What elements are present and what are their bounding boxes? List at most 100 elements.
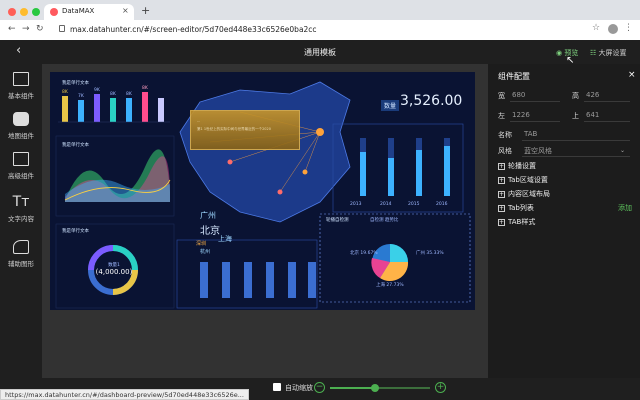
expand-icon: + [498,219,505,226]
style-label: 风格 [498,147,512,155]
dashboard-icon [13,152,29,166]
sidebar-item-label: 地图组件 [8,132,34,140]
section-tab-style[interactable]: + TAB样式 [498,217,535,227]
city-label: 杭州 [200,249,211,255]
panel-title-1: 我是单行文本 [62,81,89,86]
component-config-panel [488,64,640,390]
dashboard-preview[interactable]: 我是单行文本 我是单行文本 我是单行文本 8K 7K 9K 8K 8K 8K .… [50,72,475,310]
lock-icon [59,25,65,32]
bar-value-label: 7K [78,94,84,99]
divider [522,140,630,141]
divider [584,101,630,102]
favicon-icon [50,8,58,16]
bar-value-label: 8K [62,90,68,95]
back-nav-icon[interactable]: ← [8,24,16,34]
zoom-slider-fill [330,387,375,389]
url-text[interactable]: max.datahunter.cn/#/screen-editor/5d70ed… [70,25,317,34]
auto-zoom-label: 自动缩放 [285,384,313,392]
year-label: 2016 [436,202,448,207]
shapes-icon [13,240,29,254]
top-input[interactable]: 641 [586,111,599,119]
city-label: 广州 [200,211,216,220]
sidebar-item-map[interactable]: 地图组件 [0,112,42,140]
pie-label: 上海 27.73% [376,283,404,288]
browser-tab[interactable]: DataMAX × [44,4,134,20]
menu-kebab-icon[interactable]: ⋮ [624,23,633,33]
zoom-in-button[interactable]: + [435,382,446,393]
bigscreen-settings-button[interactable]: ☷ 大屏设置 [590,48,627,58]
sidebar-item-label: 辅助图形 [8,260,34,268]
city-label: 北京 [200,226,220,237]
pie-label: 广州 35.33% [416,251,444,256]
expand-icon: + [498,163,505,170]
height-label: 高 [572,92,579,100]
panel-title: 组件配置 [498,72,530,81]
tab-pie-panel [319,213,471,303]
bookmark-star-icon[interactable]: ☆ [592,23,600,33]
expand-icon: + [498,205,505,212]
sidebar-item-shapes[interactable]: 辅助图形 [0,240,42,268]
section-tab-area[interactable]: + Tab区域设置 [498,175,548,185]
status-bar-url: https://max.datahunter.cn/#/dashboard-pr… [0,389,249,400]
donut-center-value: (4,000.00) [95,268,133,276]
height-input[interactable]: 426 [586,91,599,99]
sidebar-item-text[interactable]: Tт 文字内容 [0,195,42,223]
area-chart-left [64,149,171,202]
forward-nav-icon[interactable]: → [22,24,30,34]
section-label: 内容区域布局 [508,190,550,198]
top-label: 上 [572,112,579,120]
expand-icon: + [498,191,505,198]
text-icon: Tт [12,194,30,210]
donut-center: 数量1 (4,000.00) [92,262,136,276]
section-label: Tab列表 [508,204,534,212]
bar-value-label: 8K [126,92,132,97]
new-tab-icon[interactable]: + [141,4,150,17]
close-icon[interactable]: × [628,70,636,80]
divider [522,156,630,157]
zoom-out-button[interactable]: − [314,382,325,393]
bar-chart-bottom [176,239,318,309]
bar-value-label: 9K [94,88,100,93]
section-carousel[interactable]: + 轮播设置 [498,161,536,171]
divider [584,121,630,122]
left-label: 左 [498,112,505,120]
bar-chart-icon [13,72,29,86]
section-content-layout[interactable]: + 内容区域布局 [498,189,550,199]
profile-avatar[interactable] [608,24,618,34]
reload-icon[interactable]: ↻ [36,24,44,34]
column-chart-right [332,123,464,213]
name-label: 名称 [498,131,512,139]
add-tab-button[interactable]: 添加 [618,203,632,213]
pie-tab-2[interactable]: 自检测 趋势比 [370,217,398,223]
maximize-window-icon[interactable] [32,8,40,16]
sidebar-item-advanced[interactable]: 高级组件 [0,152,42,180]
sidebar-item-label: 基本组件 [8,92,34,100]
zoom-slider-handle[interactable] [371,384,379,392]
chevron-down-icon[interactable]: ⌄ [620,147,625,154]
info-card[interactable]: ... 第1 1世纪上的实际中间与世界最近的一个2020 [190,110,300,150]
width-input[interactable]: 680 [512,91,525,99]
pie-label: 北京 19.67% [350,251,378,256]
section-tab-list[interactable]: + Tab列表 [498,203,534,213]
sidebar-item-basic[interactable]: 基本组件 [0,72,42,100]
tab-title: DataMAX [62,7,95,15]
auto-zoom-checkbox[interactable] [273,383,281,391]
kpi-label: 数量 [381,100,400,111]
close-window-icon[interactable] [8,8,16,16]
panel-title-2: 我是单行文本 [62,143,89,148]
year-label: 2015 [408,202,420,207]
sidebar-item-label: 高级组件 [8,172,34,180]
year-label: 2014 [380,202,392,207]
settings-icon: ☷ [590,49,599,57]
style-select[interactable]: 蓝空风格 [524,146,552,156]
pie-tab-1[interactable]: 轮播自检测 [326,217,349,223]
tab-close-icon[interactable]: × [122,6,129,15]
kpi-value: 3,526.00 [400,93,463,109]
bigscreen-label: 大屏设置 [598,49,627,57]
minimize-window-icon[interactable] [20,8,28,16]
divider [510,121,560,122]
name-input[interactable]: TAB [524,130,537,138]
sidebar-item-label: 文字内容 [8,215,34,223]
left-input[interactable]: 1226 [512,111,530,119]
card-line-1: ... [197,119,201,123]
